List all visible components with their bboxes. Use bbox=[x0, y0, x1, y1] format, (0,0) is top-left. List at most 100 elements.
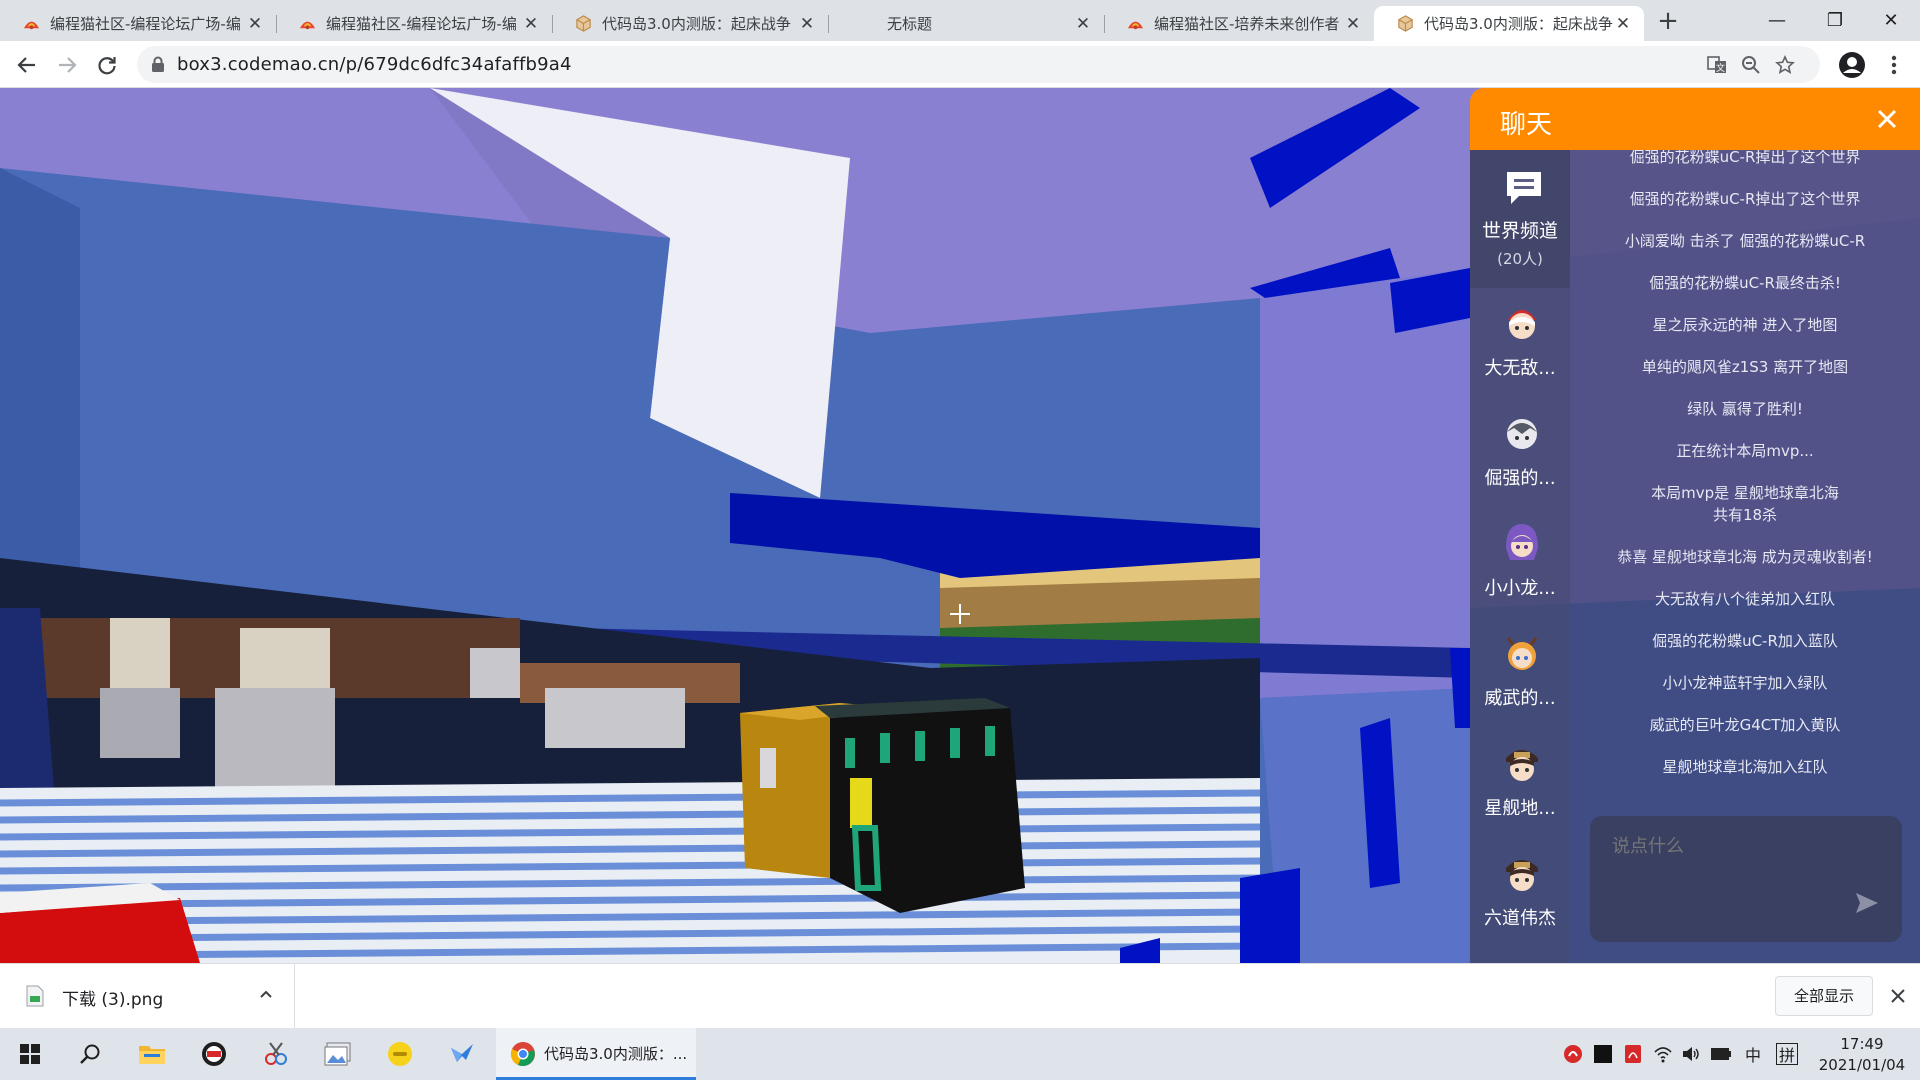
world-channel-tab[interactable]: 世界频道 (20人) bbox=[1470, 150, 1570, 288]
taskbar-chrome-window[interactable]: 代码岛3.0内测版：... bbox=[496, 1028, 696, 1080]
app-button[interactable] bbox=[246, 1028, 306, 1080]
bookmark-star-icon[interactable] bbox=[1773, 53, 1797, 77]
chat-message: 小小龙神蓝轩宇加入绿队 bbox=[1662, 674, 1828, 692]
chat-message: 星舰地球章北海加入红队 bbox=[1662, 758, 1828, 776]
restore-window-button[interactable]: ❐ bbox=[1806, 0, 1864, 41]
ime-mode[interactable]: 拼 bbox=[1776, 1043, 1798, 1065]
chat-app-icon bbox=[388, 1042, 412, 1066]
address-bar[interactable]: box3.codemao.cn/p/679dc6dfc34afaffb9a4 文 bbox=[137, 46, 1820, 83]
gold-chest-latch bbox=[760, 748, 776, 788]
back-button[interactable] bbox=[10, 48, 44, 82]
chat-close-button[interactable] bbox=[1870, 102, 1904, 136]
stone-block bbox=[100, 688, 180, 758]
reload-button[interactable] bbox=[90, 48, 124, 82]
player-item[interactable]: 六道伟杰 bbox=[1470, 838, 1570, 948]
browser-tab-active[interactable]: 代码岛3.0内测版：起床战争 ✕ bbox=[1374, 6, 1644, 41]
close-icon[interactable]: ✕ bbox=[1074, 14, 1092, 34]
black-square-icon[interactable] bbox=[1592, 1043, 1614, 1065]
tab-title: 代码岛3.0内测版：起床战争 bbox=[602, 15, 791, 33]
chevron-up-icon[interactable] bbox=[258, 986, 274, 1002]
player-avatar bbox=[1506, 860, 1538, 891]
chat-message: 正在统计本局mvp... bbox=[1676, 442, 1814, 460]
zoom-icon[interactable] bbox=[1739, 53, 1763, 77]
player-item[interactable]: 倔强的... bbox=[1470, 398, 1570, 508]
close-window-button[interactable]: ✕ bbox=[1862, 0, 1920, 41]
browser-tab[interactable]: 代码岛3.0内测版：起床战争 ✕ bbox=[552, 6, 829, 41]
windows-taskbar: 代码岛3.0内测版：... 中 拼 17:49 2021/01/04 bbox=[0, 1028, 1920, 1080]
chat-input-box[interactable] bbox=[1590, 816, 1902, 942]
chat-message: 倔强的花粉蝶uC-R加入蓝队 bbox=[1652, 632, 1838, 650]
chat-message: 倔强的花粉蝶uC-R掉出了这个世界 bbox=[1629, 150, 1861, 166]
download-bar: 下载 (3).png 全部显示 bbox=[0, 963, 1920, 1028]
close-icon[interactable]: ✕ bbox=[522, 14, 540, 34]
browser-tab[interactable]: 编程猫社区-培养未来创作者 ✕ bbox=[1104, 6, 1374, 41]
close-icon[interactable]: ✕ bbox=[798, 14, 816, 34]
channel-name: 世界频道 bbox=[1481, 220, 1558, 242]
arrow-right-icon bbox=[59, 57, 77, 73]
chat-body: 世界频道 (20人) 大无敌... 倔强的... 小小龙... 威武的... 星… bbox=[1470, 150, 1920, 963]
send-icon[interactable] bbox=[1854, 890, 1880, 916]
profile-button[interactable] bbox=[1835, 48, 1869, 82]
app-button[interactable] bbox=[370, 1028, 430, 1080]
player-item[interactable]: 小小龙... bbox=[1470, 508, 1570, 618]
start-button[interactable] bbox=[0, 1028, 60, 1080]
browser-tab[interactable]: 无标题 ✕ bbox=[828, 6, 1105, 41]
chat-message-list[interactable]: 倔强的花粉蝶uC-R掉出了这个世界 倔强的花粉蝶uC-R掉出了这个世界 小阔爱呦… bbox=[1570, 150, 1920, 810]
ime-language[interactable]: 中 bbox=[1742, 1043, 1764, 1065]
player-avatar bbox=[1507, 419, 1537, 449]
player-name: 小小龙... bbox=[1484, 578, 1556, 599]
chat-header: 聊天 bbox=[1470, 88, 1920, 150]
new-tab-button[interactable]: + bbox=[1652, 8, 1684, 36]
app-badge-icon bbox=[202, 1042, 226, 1066]
antivirus-icon[interactable] bbox=[1562, 1043, 1584, 1065]
close-icon[interactable]: ✕ bbox=[246, 14, 264, 34]
minimize-window-button[interactable]: — bbox=[1748, 0, 1806, 41]
battery-icon[interactable] bbox=[1710, 1043, 1732, 1065]
browser-menu-button[interactable] bbox=[1877, 48, 1911, 82]
gold-chest bbox=[740, 703, 840, 878]
tab-title: 编程猫社区-编程论坛广场-编 bbox=[50, 15, 241, 33]
volume-icon[interactable] bbox=[1680, 1043, 1702, 1065]
player-item[interactable]: 星舰地... bbox=[1470, 728, 1570, 838]
app-button[interactable] bbox=[184, 1028, 244, 1080]
chat-message: 星之辰永远的神 进入了地图 bbox=[1652, 316, 1838, 334]
app-button[interactable] bbox=[308, 1028, 368, 1080]
chat-input[interactable] bbox=[1612, 836, 1862, 857]
close-icon[interactable] bbox=[1886, 984, 1910, 1008]
more-vertical-icon bbox=[1891, 55, 1897, 75]
ender-chest-latch bbox=[850, 778, 872, 828]
pdf-icon[interactable] bbox=[1622, 1043, 1644, 1065]
chat-message: 威武的巨叶龙G4CT加入黄队 bbox=[1649, 716, 1841, 734]
file-explorer-button[interactable] bbox=[122, 1028, 182, 1080]
forward-button[interactable] bbox=[50, 48, 84, 82]
chat-panel: 聊天 世界频道 (20人) 大无敌... 倔强的... 小小龙... 威武的..… bbox=[1470, 88, 1920, 963]
app-button[interactable] bbox=[432, 1028, 492, 1080]
codemao-cat-icon bbox=[299, 21, 316, 30]
clock-date[interactable]: 2021/01/04 bbox=[1812, 1056, 1912, 1074]
download-item[interactable]: 下载 (3).png bbox=[0, 964, 295, 1028]
player-name: 六道伟杰 bbox=[1484, 908, 1556, 929]
chat-message: 绿队 赢得了胜利! bbox=[1687, 400, 1803, 418]
blue-streak bbox=[1240, 868, 1300, 963]
tab-title: 编程猫社区-培养未来创作者 bbox=[1154, 15, 1340, 33]
channel-member-count: (20人) bbox=[1497, 250, 1543, 268]
browser-tab[interactable]: 编程猫社区-编程论坛广场-编 ✕ bbox=[0, 6, 277, 41]
wifi-icon[interactable] bbox=[1652, 1043, 1674, 1065]
player-item[interactable]: 大无敌... bbox=[1470, 288, 1570, 398]
player-item[interactable]: 威武的... bbox=[1470, 618, 1570, 728]
chat-message: 恭喜 星舰地球章北海 成为灵魂收割者! bbox=[1617, 548, 1873, 566]
show-all-downloads-button[interactable]: 全部显示 bbox=[1775, 976, 1873, 1016]
folder-icon bbox=[139, 1046, 165, 1064]
url-text: box3.codemao.cn/p/679dc6dfc34afaffb9a4 bbox=[177, 54, 572, 75]
browser-tab[interactable]: 编程猫社区-编程论坛广场-编 ✕ bbox=[276, 6, 553, 41]
windows-logo-icon bbox=[20, 1044, 40, 1064]
translate-icon[interactable]: 文 bbox=[1705, 53, 1729, 77]
left-wall-shade bbox=[0, 168, 80, 568]
player-avatar bbox=[1506, 637, 1538, 670]
chat-message: 共有18杀 bbox=[1712, 506, 1778, 524]
lock-icon bbox=[152, 56, 164, 72]
search-button[interactable] bbox=[60, 1028, 120, 1080]
close-icon[interactable]: ✕ bbox=[1344, 14, 1362, 34]
close-icon[interactable]: ✕ bbox=[1614, 14, 1632, 34]
clock-time[interactable]: 17:49 bbox=[1820, 1035, 1904, 1053]
